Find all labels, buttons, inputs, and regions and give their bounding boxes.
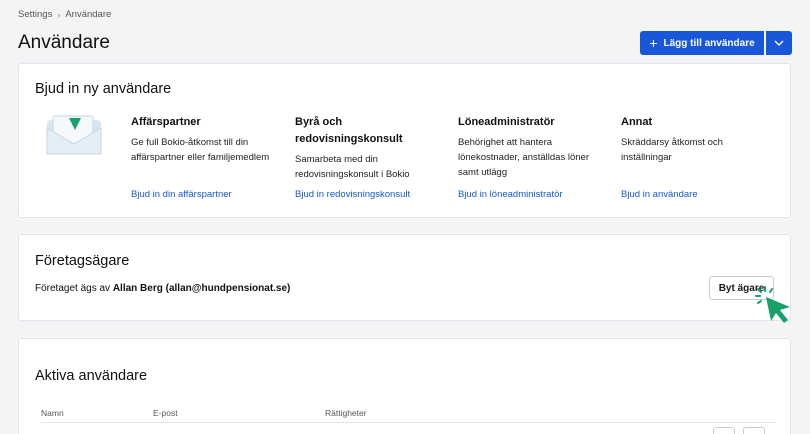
breadcrumb-settings-link[interactable]: Settings — [18, 9, 52, 20]
invite-option-desc: Behörighet att hantera lönekostnader, an… — [458, 137, 589, 178]
invite-option-business-partner: Affärspartner Ge full Bokio-åtkomst till… — [131, 114, 271, 165]
pointer-cursor-icon — [755, 286, 790, 323]
active-users-title: Aktiva användare — [35, 368, 148, 384]
add-user-button-group: + Lägg till användare — [640, 31, 792, 55]
invite-card-title: Bjud in ny användare — [35, 81, 172, 97]
invite-option-title: Löneadministratör — [458, 116, 555, 128]
column-header-permissions[interactable]: Rättigheter — [325, 408, 367, 418]
owner-info: Företaget ägs av Allan Berg (allan@hundp… — [35, 283, 290, 294]
invite-option-desc: Ge full Bokio-åtkomst till din affärspar… — [131, 137, 270, 163]
invite-option-desc: Skräddarsy åtkomst och inställningar — [621, 137, 723, 163]
users-table-header: Namn E-post Rättigheter — [41, 408, 776, 423]
invite-business-partner-link[interactable]: Bjud in din affärspartner — [131, 189, 232, 200]
envelope-illustration-icon — [46, 115, 102, 155]
invite-option-other: Annat Skräddarsy åtkomst och inställning… — [621, 114, 751, 165]
invite-option-title: Byrå och redovisningskonsult — [295, 116, 403, 145]
invite-accountant-link[interactable]: Bjud in redovisningskonsult — [295, 189, 410, 200]
row-action-button[interactable] — [713, 427, 735, 434]
plus-icon: + — [649, 35, 658, 51]
owner-name: Allan Berg (allan@hundpensionat.se) — [112, 283, 291, 294]
invite-user-card: Bjud in ny användare Affärspartner Ge fu… — [18, 63, 791, 218]
invite-other-user-link[interactable]: Bjud in användare — [621, 189, 698, 200]
company-owner-card: Företagsägare Företaget ägs av Allan Ber… — [18, 234, 791, 321]
add-user-button-label: Lägg till användare — [663, 37, 755, 49]
row-action-button[interactable] — [743, 427, 765, 434]
chevron-down-icon — [774, 40, 784, 46]
invite-payroll-admin-link[interactable]: Bjud in löneadministratör — [458, 189, 563, 200]
invite-option-title: Annat — [621, 116, 653, 128]
breadcrumb-separator: › — [57, 9, 61, 20]
invite-option-accountant: Byrå och redovisningskonsult Samarbeta m… — [295, 114, 430, 182]
breadcrumb-current: Användare — [65, 9, 112, 20]
page-title: Användare — [18, 32, 110, 53]
column-header-email[interactable]: E-post — [153, 408, 178, 418]
breadcrumb: Settings › Användare — [18, 9, 111, 20]
invite-option-payroll-admin: Löneadministratör Behörighet att hantera… — [458, 114, 603, 180]
invite-option-title: Affärspartner — [131, 116, 201, 128]
owner-card-title: Företagsägare — [35, 253, 130, 269]
column-header-name[interactable]: Namn — [41, 408, 64, 418]
owner-text-prefix: Företaget ägs av — [35, 283, 113, 294]
add-user-dropdown-button[interactable] — [766, 31, 792, 55]
add-user-button[interactable]: + Lägg till användare — [640, 31, 764, 55]
invite-option-desc: Samarbeta med din redovisningskonsult i … — [295, 154, 410, 180]
active-users-card: Aktiva användare Namn E-post Rättigheter — [18, 338, 791, 434]
